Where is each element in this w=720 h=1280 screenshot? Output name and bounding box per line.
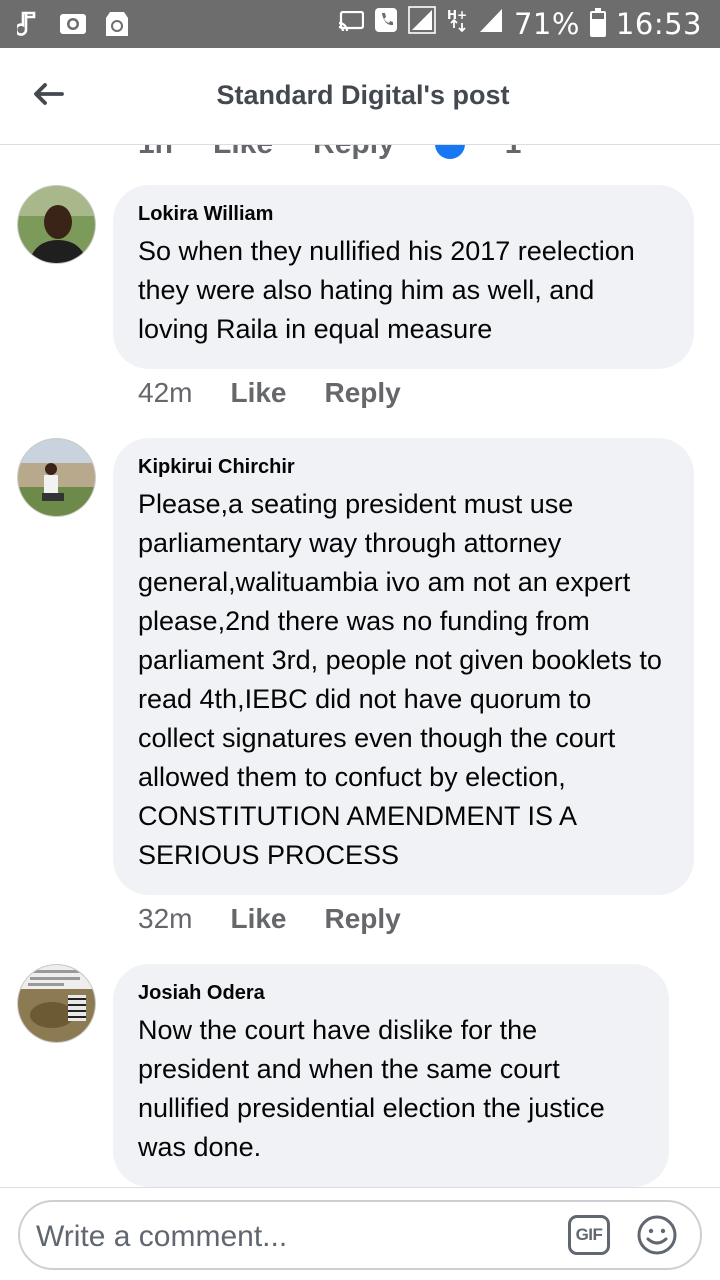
comment-author[interactable]: Lokira William bbox=[138, 203, 668, 226]
like-reaction-icon bbox=[434, 145, 465, 159]
camera-icon bbox=[58, 9, 88, 39]
comment-time: 42m bbox=[138, 377, 193, 408]
comment-actions: 42m Like Reply bbox=[138, 377, 401, 409]
post-header: Standard Digital's post bbox=[0, 48, 720, 145]
status-bar: H+ 71% 16:53 bbox=[0, 0, 720, 48]
data-icon: H+ bbox=[446, 6, 468, 42]
reply-button[interactable]: Reply bbox=[325, 377, 401, 409]
comment-text: So when they nullified his 2017 reelecti… bbox=[138, 236, 635, 344]
avatar[interactable] bbox=[17, 185, 96, 264]
smiley-icon bbox=[637, 1215, 677, 1255]
recycle-icon bbox=[102, 9, 132, 39]
comment-bubble: Lokira William So when they nullified hi… bbox=[113, 185, 694, 369]
reply-button[interactable]: Reply bbox=[325, 903, 401, 935]
comment-author[interactable]: Kipkirui Chirchir bbox=[138, 456, 668, 479]
music-note-icon bbox=[14, 9, 44, 39]
signal-icon bbox=[478, 6, 504, 42]
reaction-count: 1 bbox=[505, 145, 522, 161]
reply-button[interactable]: Reply bbox=[313, 145, 395, 161]
phone-icon bbox=[374, 7, 398, 41]
comment-input[interactable]: Write a comment... GIF bbox=[18, 1200, 702, 1270]
comment-text: Please,a seating president must use parl… bbox=[138, 489, 662, 870]
page-title: Standard Digital's post bbox=[216, 80, 510, 110]
comment-text: Now the court have dislike for the presi… bbox=[138, 1015, 605, 1162]
cutoff-comment-actions: 1h Like Reply 1 bbox=[138, 145, 521, 161]
comment-time: 32m bbox=[138, 903, 193, 934]
comment-time: 1h bbox=[138, 145, 173, 161]
cast-icon bbox=[338, 7, 365, 41]
comment-actions: 32m Like Reply bbox=[138, 903, 401, 935]
gif-button[interactable]: GIF bbox=[568, 1215, 610, 1255]
comment-bubble: Kipkirui Chirchir Please,a seating presi… bbox=[113, 438, 694, 895]
emoji-button[interactable] bbox=[636, 1214, 678, 1256]
battery-icon bbox=[589, 8, 606, 37]
battery-percent: 71% bbox=[513, 7, 580, 41]
status-right-icons: H+ 71% 16:53 bbox=[338, 6, 702, 42]
signal-icon bbox=[408, 6, 436, 42]
status-left-icons bbox=[14, 9, 132, 39]
like-button[interactable]: Like bbox=[213, 145, 273, 161]
comment-bubble: Josiah Odera Now the court have dislike … bbox=[113, 964, 669, 1187]
like-button[interactable]: Like bbox=[230, 903, 286, 935]
like-button[interactable]: Like bbox=[230, 377, 286, 409]
svg-text:H+: H+ bbox=[447, 8, 467, 22]
comment-placeholder: Write a comment... bbox=[36, 1220, 288, 1253]
avatar[interactable] bbox=[17, 438, 96, 517]
comment-composer: Write a comment... GIF bbox=[0, 1187, 720, 1280]
avatar[interactable] bbox=[17, 964, 96, 1043]
comments-feed[interactable]: 1h Like Reply 1 Lokira William So when t… bbox=[0, 145, 720, 1187]
status-time: 16:53 bbox=[615, 7, 702, 41]
comment-author[interactable]: Josiah Odera bbox=[138, 982, 643, 1005]
